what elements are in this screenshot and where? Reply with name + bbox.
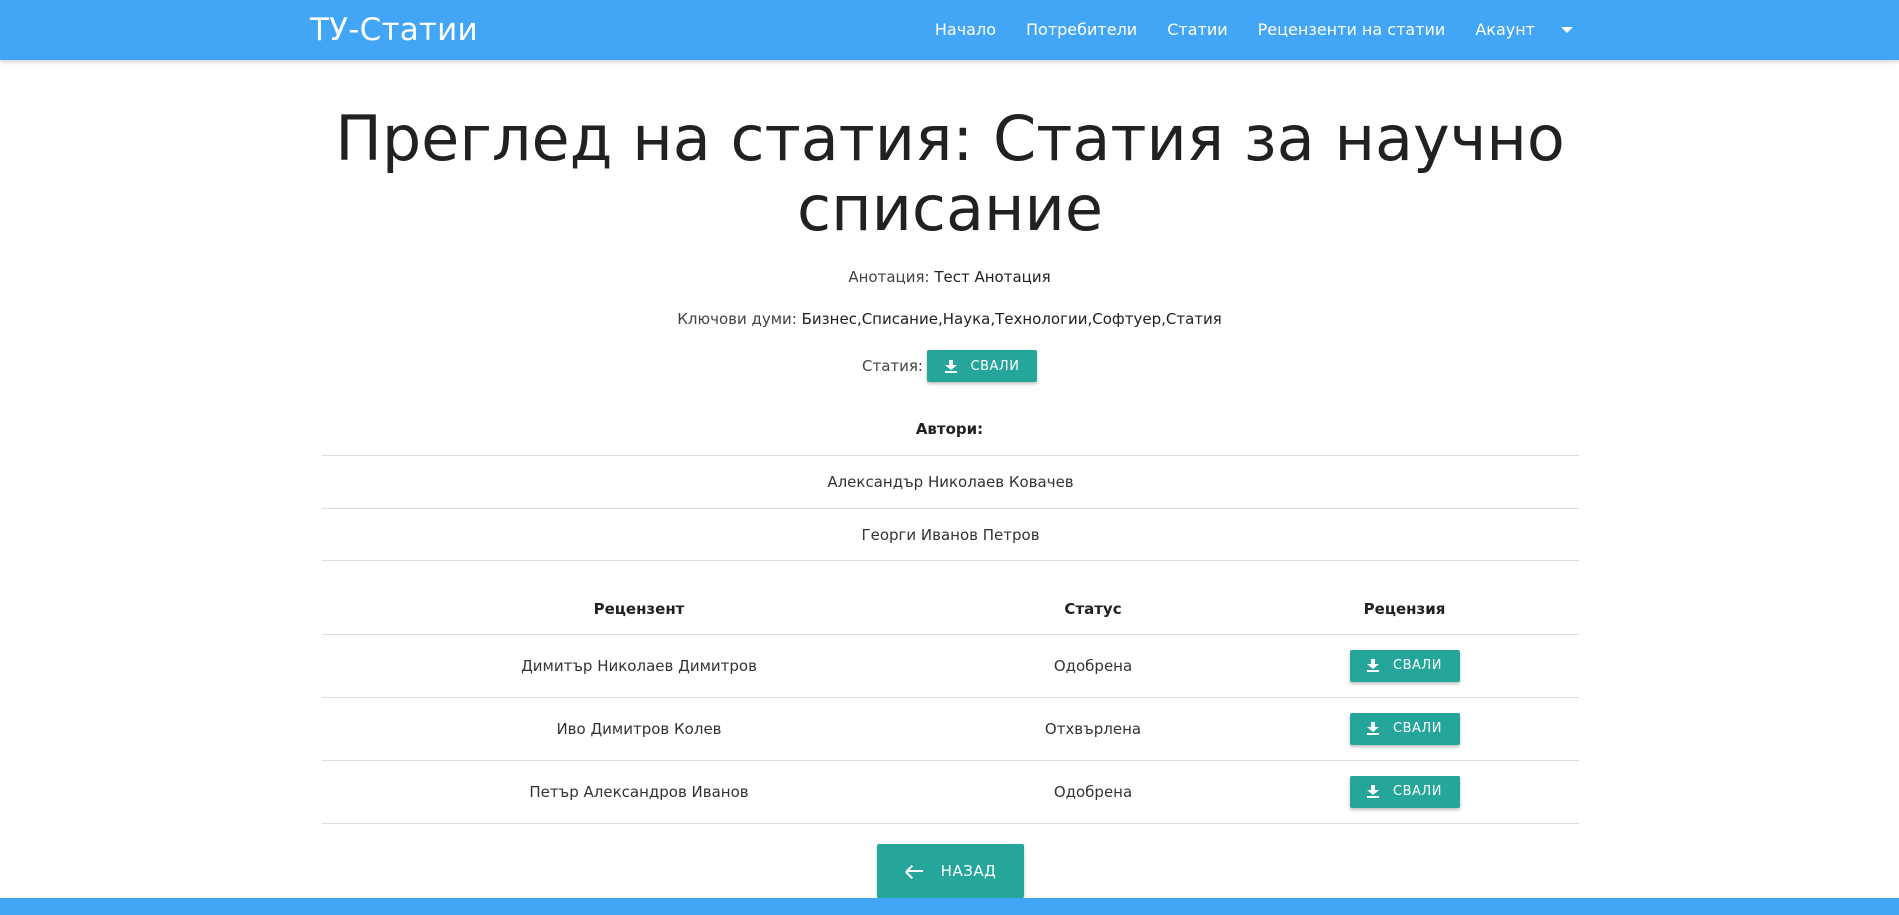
nav-link-article-reviewers[interactable]: Рецензенти на статии <box>1243 0 1461 60</box>
table-header-row: Рецензент Статус Рецензия <box>322 585 1579 635</box>
keywords-value: Бизнес,Списание,Наука,Технологии,Софтуер… <box>801 310 1222 328</box>
download-button-label: СВАЛИ <box>1393 658 1442 673</box>
annotation-label: Анотация: <box>848 268 930 286</box>
arrow-left-icon <box>904 864 923 880</box>
authors-list: Александър Николаев Ковачев Георги Ивано… <box>322 455 1579 561</box>
review-download-button[interactable]: СВАЛИ <box>1349 775 1460 808</box>
page-title: Преглед на статия: Статия за научно спис… <box>335 102 1565 245</box>
nav-link-users[interactable]: Потребители <box>1011 0 1152 60</box>
caret-down-icon[interactable] <box>1561 27 1573 33</box>
reviews-table: Рецензент Статус Рецензия Димитър Никола… <box>322 585 1579 824</box>
back-button-label: НАЗАД <box>940 862 997 880</box>
annotation-line: Анотация: Тест Анотация <box>0 268 1899 286</box>
reviewer-name: Петър Александров Иванов <box>322 760 956 824</box>
brand-logo[interactable]: ТУ-Статии <box>310 10 478 50</box>
review-status: Одобрена <box>956 634 1230 698</box>
download-button-label: СВАЛИ <box>1393 784 1442 799</box>
column-header-status: Статус <box>956 585 1230 635</box>
article-line: Статия: СВАЛИ <box>0 350 1899 382</box>
back-button[interactable]: НАЗАД <box>877 844 1024 898</box>
review-status: Одобрена <box>956 760 1230 824</box>
navbar: ТУ-Статии Начало Потребители Статии Реце… <box>0 0 1899 60</box>
reviewer-name: Димитър Николаев Димитров <box>322 634 956 698</box>
table-row: Иво Димитров Колев Отхвърлена СВАЛИ <box>322 697 1579 761</box>
review-cell: СВАЛИ <box>1230 634 1579 698</box>
reviewer-name: Иво Димитров Колев <box>322 697 956 761</box>
column-header-review: Рецензия <box>1230 585 1579 635</box>
annotation-value: Тест Анотация <box>934 268 1051 286</box>
keywords-label: Ключови думи: <box>677 310 797 328</box>
nav-link-home[interactable]: Начало <box>920 0 1011 60</box>
column-header-reviewer: Рецензент <box>322 585 956 635</box>
table-row: Петър Александров Иванов Одобрена СВАЛИ <box>322 760 1579 824</box>
review-download-button[interactable]: СВАЛИ <box>1349 649 1460 682</box>
download-button-label: СВАЛИ <box>1393 721 1442 736</box>
authors-title: Автори: <box>915 420 984 438</box>
download-icon <box>1367 659 1380 672</box>
review-download-button[interactable]: СВАЛИ <box>1349 712 1460 745</box>
nav-link-articles[interactable]: Статии <box>1152 0 1242 60</box>
review-cell: СВАЛИ <box>1230 697 1579 761</box>
download-button-label: СВАЛИ <box>970 358 1020 374</box>
review-cell: СВАЛИ <box>1230 760 1579 824</box>
author-item: Георги Иванов Петров <box>322 508 1579 561</box>
review-status: Отхвърлена <box>956 697 1230 761</box>
footer <box>0 898 1899 915</box>
table-row: Димитър Николаев Димитров Одобрена СВАЛИ <box>322 634 1579 698</box>
article-label: Статия: <box>862 357 923 375</box>
keywords-line: Ключови думи: Бизнес,Списание,Наука,Техн… <box>0 310 1899 328</box>
nav-link-account[interactable]: Акаунт <box>1460 0 1541 60</box>
nav-links: Начало Потребители Статии Рецензенти на … <box>920 0 1573 60</box>
download-icon <box>1367 785 1380 798</box>
download-icon <box>944 359 957 373</box>
download-icon <box>1367 722 1380 735</box>
author-item: Александър Николаев Ковачев <box>322 455 1579 508</box>
article-download-button[interactable]: СВАЛИ <box>926 350 1037 382</box>
